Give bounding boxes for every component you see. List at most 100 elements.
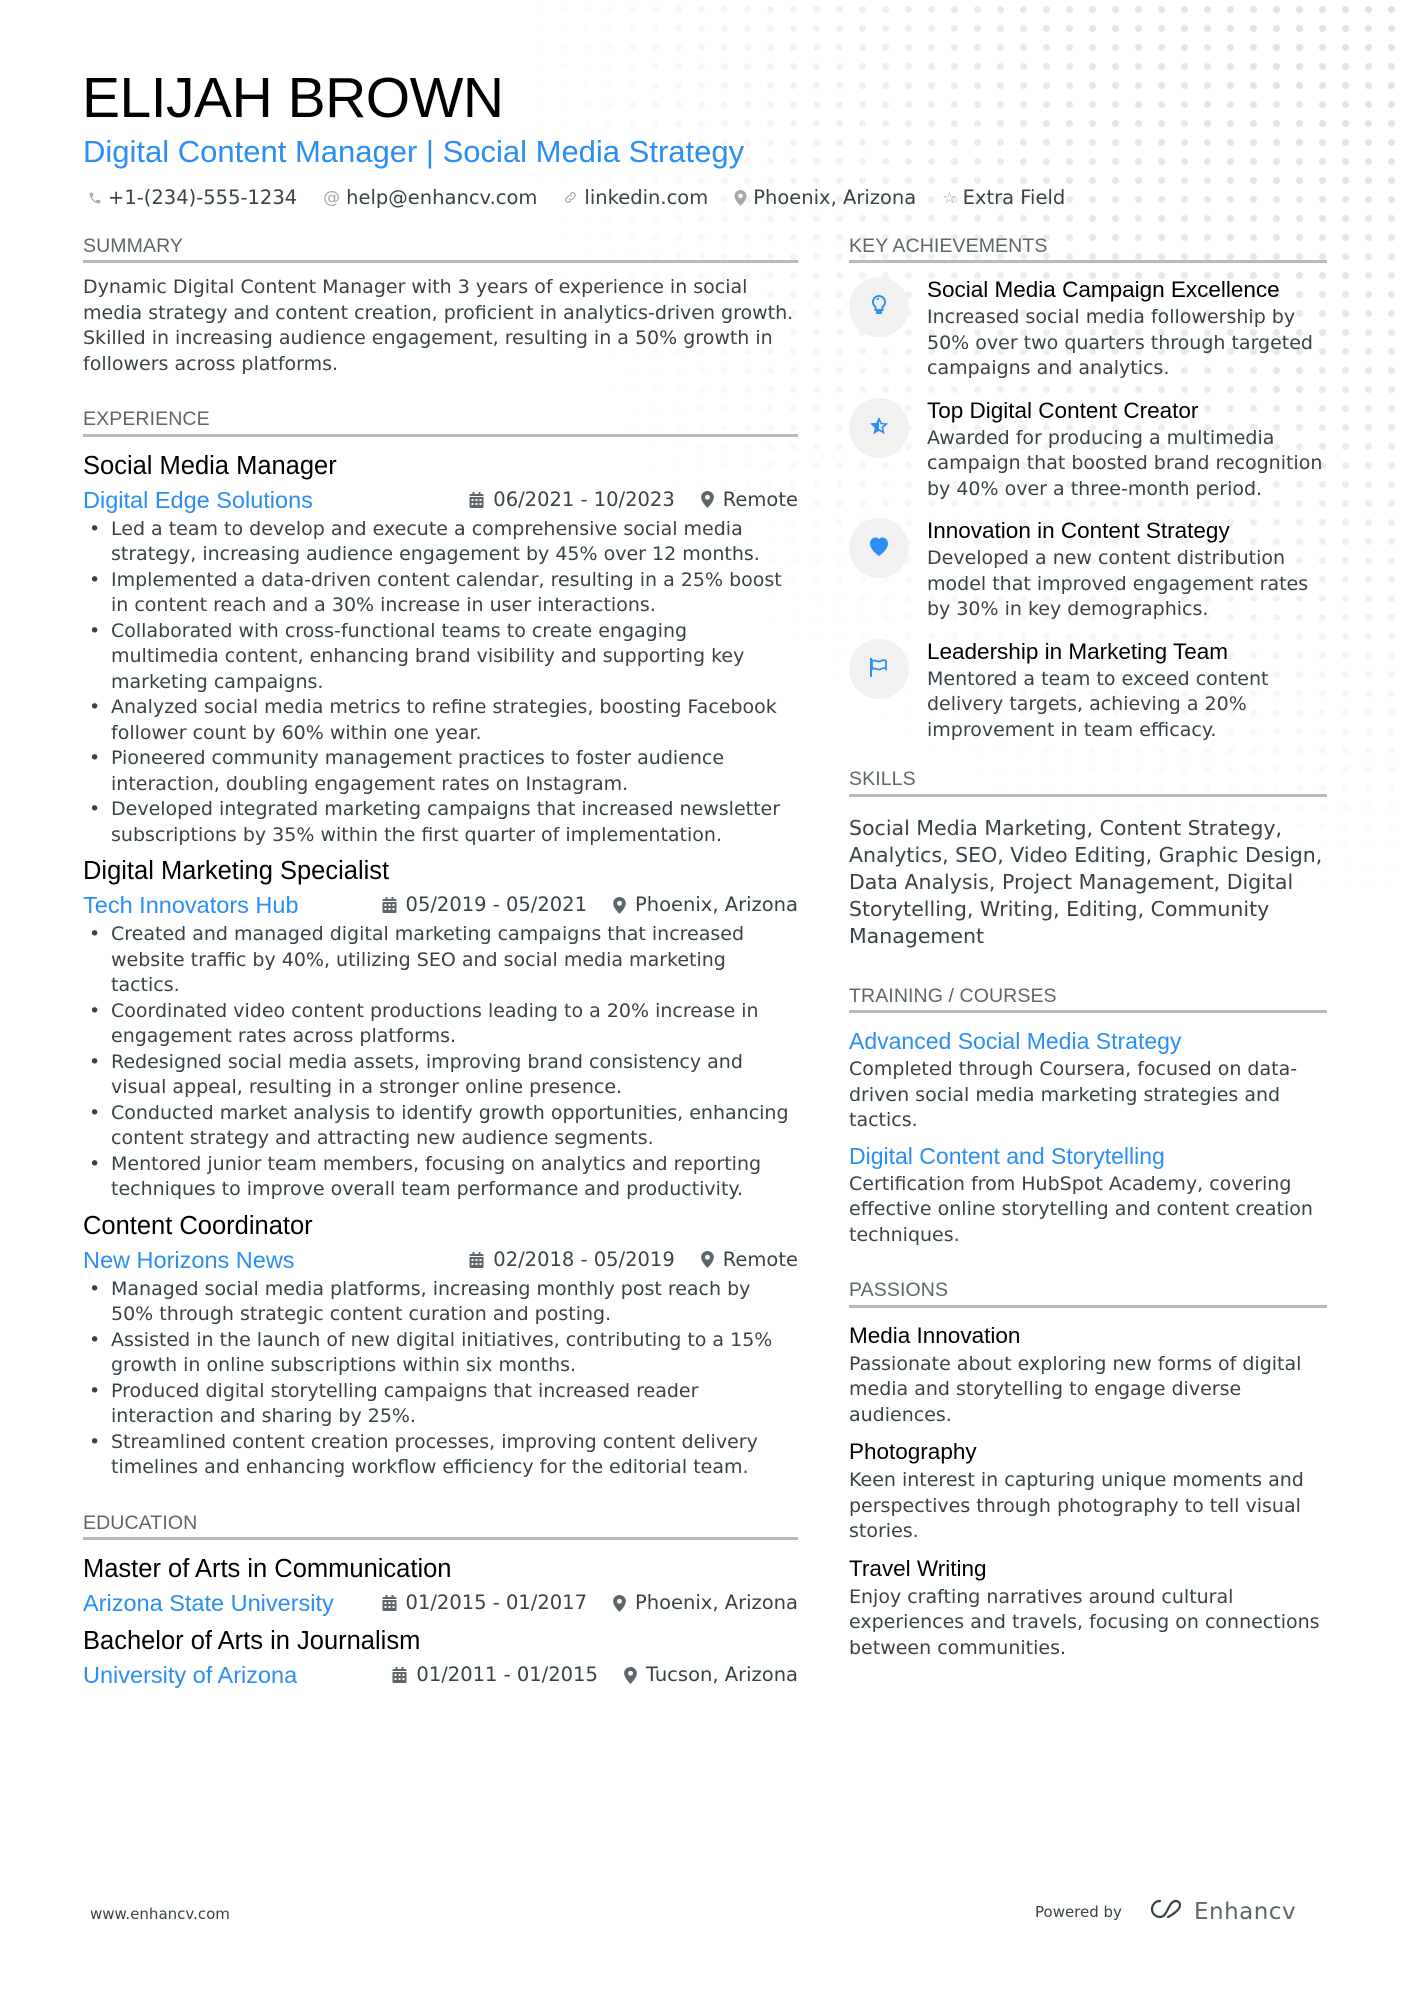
achievement-title: Social Media Campaign Excellence — [927, 277, 1280, 303]
skills-heading: SKILLS — [849, 769, 1327, 797]
contact-linkedin-text: linkedin.com — [584, 186, 709, 209]
passion-item: Media Innovation Passionate about explor… — [849, 1320, 1327, 1429]
company-name[interactable]: Digital Edge Solutions — [83, 483, 313, 517]
achievement-desc: Awarded for producing a multimedia campa… — [927, 426, 1323, 500]
company-name[interactable]: New Horizons News — [83, 1243, 295, 1277]
job-dates: 06/2021 - 10/2023 — [493, 487, 675, 511]
calendar-icon — [392, 1667, 407, 1684]
contact-location-text: Phoenix, Arizona — [753, 186, 917, 209]
phone-icon — [88, 191, 102, 205]
bullet-item: Produced digital storytelling campaigns … — [89, 1379, 798, 1430]
star-icon — [868, 415, 890, 441]
achievement-item: Social Media Campaign Excellence Increas… — [849, 275, 1327, 382]
training-heading: TRAINING / COURSES — [849, 985, 1327, 1014]
job-title: Content Coordinator — [83, 1211, 313, 1240]
location-pin-icon — [613, 1594, 626, 1612]
location-pin-icon — [613, 896, 626, 914]
summary-text: Dynamic Digital Content Manager with 3 y… — [83, 276, 794, 375]
calendar-icon — [469, 491, 484, 508]
job-title: Social Media Manager — [83, 451, 337, 480]
heart-icon — [867, 535, 891, 561]
job-location: Phoenix, Arizona — [634, 893, 798, 917]
contact-phone[interactable]: +1-(234)-555-1234 — [88, 186, 297, 209]
bullet-item: Coordinated video content productions le… — [89, 999, 798, 1050]
calendar-icon — [382, 897, 397, 914]
bullet-item: Streamlined content creation processes, … — [89, 1430, 798, 1481]
enhancv-logo-icon — [1146, 1897, 1184, 1927]
contact-linkedin[interactable]: linkedin.com — [563, 186, 708, 209]
company-name[interactable]: Tech Innovators Hub — [83, 888, 299, 922]
bullet-item: Collaborated with cross-functional teams… — [89, 619, 798, 696]
lightbulb-icon — [871, 294, 887, 320]
job-title: Digital Marketing Specialist — [83, 857, 390, 886]
link-icon — [563, 190, 578, 205]
bullet-item: Conducted market analysis to identify gr… — [89, 1101, 798, 1152]
job-dates: 05/2019 - 05/2021 — [405, 893, 587, 917]
candidate-title: Digital Content Manager | Social Media S… — [83, 134, 745, 169]
experience-item: Content Coordinator New Horizons News 02… — [83, 1209, 798, 1481]
achievement-icon-circle — [849, 518, 909, 579]
bullet-item: Pioneered community management practices… — [89, 746, 798, 797]
location-pin-icon — [700, 1251, 714, 1269]
location-pin-icon — [624, 1666, 637, 1684]
contact-email-text: help@enhancv.com — [346, 186, 538, 209]
skills-text: Social Media Marketing, Content Strategy… — [849, 815, 1323, 948]
passion-item: Photography Keen interest in capturing u… — [849, 1436, 1327, 1545]
location-pin-icon — [734, 189, 747, 206]
education-dates: 01/2015 - 01/2017 — [405, 1591, 587, 1615]
flag-icon — [868, 656, 890, 682]
summary-section: SUMMARY Dynamic Digital Content Manager … — [83, 235, 798, 377]
contact-extra-field: ☆ Extra Field — [942, 186, 1065, 209]
bullet-item: Redesigned social media assets, improvin… — [89, 1050, 798, 1101]
passions-section: PASSIONS Media Innovation Passionate abo… — [849, 1279, 1327, 1662]
enhancv-logo[interactable]: Enhancv — [1146, 1897, 1296, 1927]
achievement-icon-circle — [849, 397, 909, 458]
bullet-item: Managed social media platforms, increasi… — [89, 1277, 798, 1328]
job-dates: 02/2018 - 05/2019 — [493, 1247, 675, 1271]
achievement-item: Innovation in Content Strategy Developed… — [849, 516, 1327, 623]
right-column: KEY ACHIEVEMENTS Social Media Campaign E… — [849, 235, 1327, 1662]
achievements-section: KEY ACHIEVEMENTS Social Media Campaign E… — [849, 235, 1327, 743]
experience-heading: EXPERIENCE — [83, 409, 798, 437]
enhancv-brand-name: Enhancv — [1193, 1899, 1297, 1925]
education-item: Bachelor of Arts in Journalism Universit… — [83, 1624, 798, 1692]
education-location: Phoenix, Arizona — [634, 1591, 798, 1615]
passion-desc: Passionate about exploring new forms of … — [849, 1352, 1302, 1426]
at-icon: @ — [323, 187, 341, 208]
course-desc: Certification from HubSpot Academy, cove… — [849, 1172, 1313, 1246]
bullet-item: Developed integrated marketing campaigns… — [89, 797, 798, 848]
degree-title: Bachelor of Arts in Journalism — [83, 1627, 421, 1656]
bullet-item: Analyzed social media metrics to refine … — [89, 695, 798, 746]
course-title[interactable]: Advanced Social Media Strategy — [849, 1025, 1327, 1057]
contact-email[interactable]: @ help@enhancv.com — [323, 186, 537, 209]
course-item: Advanced Social Media Strategy Completed… — [849, 1025, 1327, 1134]
achievement-desc: Mentored a team to exceed content delive… — [927, 667, 1269, 741]
contact-row: +1-(234)-555-1234 @ help@enhancv.com lin… — [88, 186, 1065, 209]
achievements-heading: KEY ACHIEVEMENTS — [849, 235, 1327, 264]
education-section: EDUCATION Master of Arts in Communicatio… — [83, 1512, 798, 1692]
bullet-item: Created and managed digital marketing ca… — [89, 922, 798, 999]
achievement-desc: Increased social media followership by 5… — [927, 306, 1313, 380]
achievement-item: Top Digital Content Creator Awarded for … — [849, 396, 1327, 503]
school-name[interactable]: Arizona State University — [83, 1586, 334, 1620]
achievement-desc: Developed a new content distribution mod… — [927, 547, 1309, 621]
experience-item: Social Media Manager Digital Edge Soluti… — [83, 449, 798, 849]
footer-website-link[interactable]: www.enhancv.com — [90, 1905, 230, 1923]
education-dates: 01/2011 - 01/2015 — [416, 1663, 598, 1687]
passion-title: Media Innovation — [849, 1322, 1021, 1348]
footer-powered-by: Powered by Enhancv — [1035, 1897, 1296, 1927]
powered-by-label: Powered by — [1035, 1903, 1122, 1921]
course-title[interactable]: Digital Content and Storytelling — [849, 1140, 1327, 1172]
bullet-item: Implemented a data-driven content calend… — [89, 568, 798, 619]
job-bullets: Led a team to develop and execute a comp… — [83, 517, 798, 849]
calendar-icon — [469, 1251, 484, 1268]
location-pin-icon — [700, 491, 714, 509]
calendar-icon — [382, 1595, 397, 1612]
school-name[interactable]: University of Arizona — [83, 1658, 297, 1692]
education-item: Master of Arts in Communication Arizona … — [83, 1552, 798, 1620]
passion-item: Travel Writing Enjoy crafting narratives… — [849, 1553, 1327, 1662]
bullet-item: Led a team to develop and execute a comp… — [89, 517, 798, 568]
left-column: SUMMARY Dynamic Digital Content Manager … — [83, 235, 798, 1692]
experience-section: EXPERIENCE Social Media Manager Digital … — [83, 409, 798, 1480]
passions-heading: PASSIONS — [849, 1279, 1327, 1308]
